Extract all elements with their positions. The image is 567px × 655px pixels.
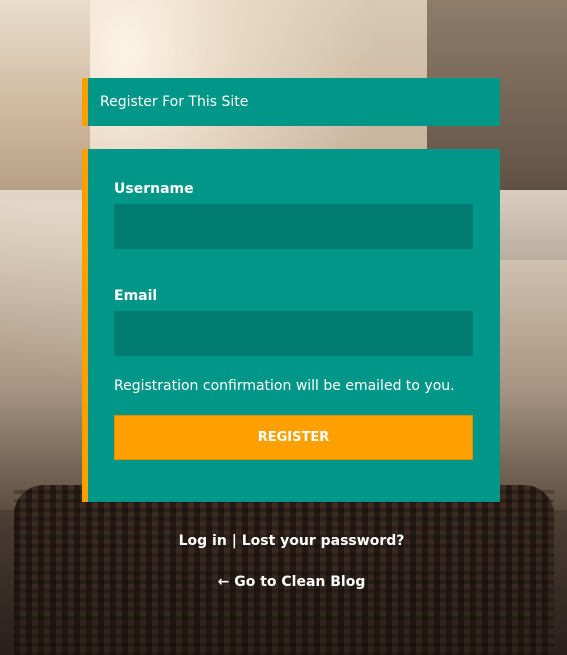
lost-password-link[interactable]: Lost your password? [242,533,405,549]
register-title-bar: Register For This Site [82,78,500,126]
confirmation-notice: Registration confirmation will be emaile… [114,378,455,394]
back-to-blog-link[interactable]: ← Go to Clean Blog [218,574,366,590]
username-input[interactable] [114,204,473,249]
registration-form: Username Email Registration confirmation… [82,149,500,502]
email-input[interactable] [114,311,473,356]
back-to-site: ← Go to Clean Blog [0,574,567,590]
email-label: Email [114,288,158,304]
auth-links: Log in | Lost your password? [0,533,567,549]
link-separator: | [231,533,237,549]
register-button[interactable]: Register [114,415,473,460]
page-title: Register For This Site [100,94,249,110]
username-label: Username [114,181,194,197]
login-link[interactable]: Log in [179,533,227,549]
